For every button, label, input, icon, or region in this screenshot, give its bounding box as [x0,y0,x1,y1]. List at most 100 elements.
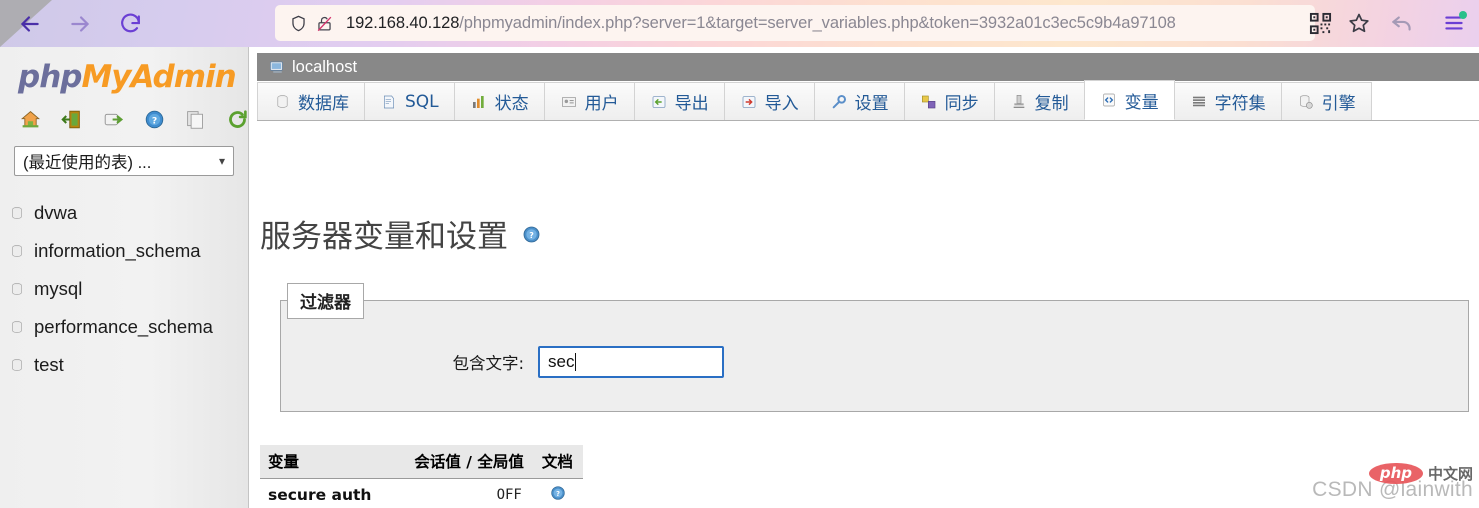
variables-table: 变量 会话值 / 全局值 文档 secure auth OFF ? secure… [260,445,583,508]
variable-name: secure auth [260,478,407,508]
variables-icon [1100,91,1118,109]
watermark-credit: CSDN @lainwith [1312,478,1473,501]
browser-right-toolbar [1387,5,1469,41]
address-bar[interactable]: 192.168.40.128/phpmyadmin/index.php?serv… [275,5,1315,41]
sidebar-quick-icons: ? [20,108,248,130]
export-icon [650,93,668,111]
engine-icon [1297,93,1315,111]
star-icon[interactable] [1345,9,1373,37]
tab-charsets[interactable]: 字符集 [1173,82,1282,120]
logo-my: My [81,59,131,95]
database-icon [10,358,24,372]
import-icon [740,93,758,111]
database-icon [10,282,24,296]
database-icon [10,320,24,334]
logout-icon[interactable] [61,108,82,130]
home-icon[interactable] [20,108,41,130]
column-header-value[interactable]: 会话值 / 全局值 [406,445,534,479]
logo-php: php [18,59,82,95]
annotation-group: 修改成功 [560,504,808,508]
tab-replication[interactable]: 复制 [993,82,1085,120]
logo-admin: Admin [130,59,237,95]
server-tabs: 数据库 SQL 状态 用户 导出 导入 设置 同步 复制 变量 字符集 引擎 [257,80,1479,121]
database-name: test [34,354,64,375]
tab-label: 状态 [494,94,529,114]
help-icon[interactable]: ? [144,108,165,130]
tab-databases[interactable]: 数据库 [257,82,365,120]
filter-input-value: sec [548,352,575,371]
reload-icon[interactable] [227,108,248,130]
server-breadcrumb: localhost [257,53,1479,81]
database-item-test[interactable]: test [10,346,248,384]
phpmyadmin-logo[interactable]: phpMyAdmin [18,59,248,95]
filter-legend: 过滤器 [287,283,364,319]
svg-text:?: ? [152,115,157,126]
database-item-information_schema[interactable]: information_schema [10,232,248,270]
table-row[interactable]: secure auth OFF ? [260,478,583,508]
reload-icon[interactable] [116,10,144,38]
recent-tables-select[interactable]: (最近使用的表) ... ▾ [14,146,234,176]
watermark-cn-text: 中文网 [1427,465,1473,483]
watermark-logo: php 中文网 [1368,463,1473,484]
status-icon [470,93,488,111]
shield-icon [289,14,308,33]
database-item-dvwa[interactable]: dvwa [10,194,248,232]
back-curve-icon[interactable] [1387,8,1417,38]
tab-label: 用户 [584,94,619,114]
php-badge: php [1368,463,1423,484]
url-host: 192.168.40.128 [346,13,460,32]
tab-label: 复制 [1034,94,1069,114]
sync-icon [920,93,938,111]
tab-import[interactable]: 导入 [723,82,815,120]
database-item-performance_schema[interactable]: performance_schema [10,308,248,346]
update-available-dot [1459,11,1467,19]
query-window-icon[interactable] [103,108,124,130]
tab-settings[interactable]: 设置 [813,82,905,120]
tab-label: 设置 [854,94,889,114]
column-header-variable[interactable]: 变量 [260,445,407,479]
tab-label: SQL [405,91,439,112]
database-icon [10,244,24,258]
filter-input[interactable]: sec [538,346,724,378]
watermark: php 中文网 CSDN @lainwith [1312,463,1473,502]
tab-engines[interactable]: 引擎 [1280,82,1372,120]
column-header-doc[interactable]: 文档 [533,445,583,479]
svg-text:?: ? [529,230,534,239]
svg-text:?: ? [556,490,560,498]
navigation-sidebar: phpMyAdmin ? (最近使用的表) ... ▾ dvwa informa… [0,47,249,508]
tab-label: 导入 [764,94,799,114]
help-icon[interactable]: ? [550,486,566,505]
tab-sync[interactable]: 同步 [903,82,995,120]
filter-label: 包含文字: [452,354,524,373]
page-title: 服务器变量和设置 ? [260,211,541,256]
server-icon [269,59,286,76]
qr-code-icon[interactable] [1307,10,1333,36]
tab-label: 数据库 [298,94,349,114]
url-path: /phpmyadmin/index.php?server=1&target=se… [459,13,1176,32]
tab-sql[interactable]: SQL [364,82,455,120]
users-icon [560,93,578,111]
tab-variables[interactable]: 变量 [1083,80,1175,120]
recent-tables-value: (最近使用的表) ... [23,154,152,172]
database-name: information_schema [34,240,201,261]
database-item-mysql[interactable]: mysql [10,270,248,308]
database-name: dvwa [34,202,78,223]
tab-users[interactable]: 用户 [543,82,635,120]
replication-icon [1010,93,1028,111]
docs-icon[interactable] [185,108,206,130]
tab-export[interactable]: 导出 [633,82,725,120]
browser-nav-buttons [0,0,250,47]
hamburger-menu-icon[interactable] [1439,8,1469,38]
variable-value: OFF [406,478,534,508]
table-header-row: 变量 会话值 / 全局值 文档 [260,445,583,479]
back-arrow-icon[interactable] [16,10,44,38]
help-icon[interactable]: ? [522,216,541,252]
browser-chrome: 192.168.40.128/phpmyadmin/index.php?serv… [0,0,1479,47]
chevron-down-icon: ▾ [218,154,225,168]
forward-arrow-icon[interactable] [66,10,94,38]
tab-label: 同步 [944,94,979,114]
text-caret [575,353,577,371]
lock-broken-icon[interactable] [315,14,334,33]
tab-status[interactable]: 状态 [453,82,545,120]
database-icon [10,206,24,220]
